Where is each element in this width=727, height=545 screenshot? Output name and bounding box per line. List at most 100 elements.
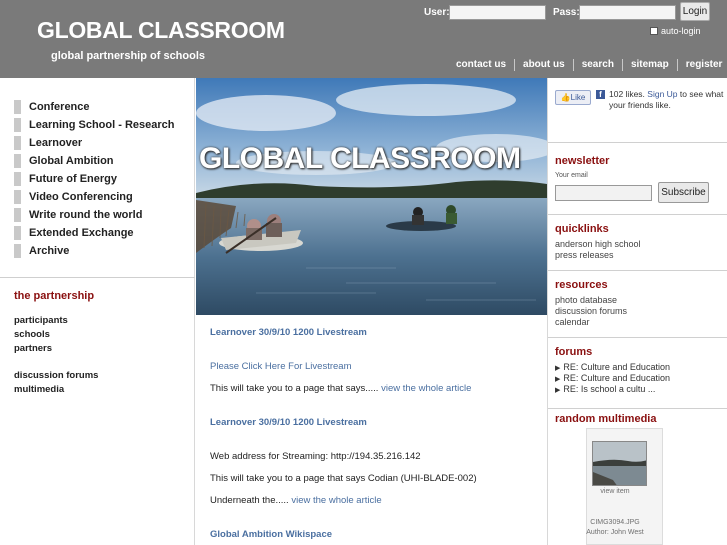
resource-discussion-forums[interactable]: discussion forums <box>555 306 627 316</box>
divider <box>548 142 727 143</box>
forum-post-label: RE: Culture and Education <box>563 373 670 383</box>
quicklink-press-releases[interactable]: press releases <box>555 250 614 260</box>
multimedia-thumbnail[interactable] <box>592 441 647 486</box>
resources-heading: resources <box>555 279 608 291</box>
menu-item-conference[interactable]: Conference <box>14 100 90 114</box>
livestream-link[interactable]: Please Click Here For Livestream <box>210 361 352 372</box>
auto-login-checkbox[interactable] <box>650 27 658 35</box>
link-partners[interactable]: partners <box>14 343 52 354</box>
view-whole-article-link[interactable]: view the whole article <box>291 495 381 506</box>
password-input[interactable] <box>579 5 676 20</box>
hero-title: GLOBAL CLASSROOM <box>199 142 521 175</box>
article-excerpt: Underneath the..... view the whole artic… <box>210 495 382 506</box>
user-label: User: <box>424 7 450 18</box>
menu-item-label: Learning School - Research <box>29 119 175 131</box>
newsletter-email-input[interactable] <box>555 185 652 201</box>
quicklinks-heading: quicklinks <box>555 223 609 235</box>
link-participants[interactable]: participants <box>14 315 68 326</box>
newsletter-heading: newsletter <box>555 155 610 167</box>
menu-bullet <box>14 136 21 150</box>
menu-item-global-ambition[interactable]: Global Ambition <box>14 154 114 168</box>
link-discussion-forums[interactable]: discussion forums <box>14 370 98 381</box>
pass-label: Pass: <box>553 7 580 18</box>
facebook-like-text: 102 likes. Sign Up to see what your frie… <box>609 89 726 111</box>
article-title[interactable]: Learnover 30/9/10 1200 Livestream <box>210 327 367 338</box>
menu-item-future-of-energy[interactable]: Future of Energy <box>14 172 117 186</box>
menu-item-archive[interactable]: Archive <box>14 244 69 258</box>
left-sidebar: Conference Learning School - Research Le… <box>0 78 195 545</box>
forum-post[interactable]: ▶ RE: Culture and Education <box>555 362 670 372</box>
quicklink-anderson[interactable]: anderson high school <box>555 239 641 249</box>
article-line: Web address for Streaming: http://194.35… <box>210 451 421 462</box>
lake-canoe-photo <box>196 78 547 315</box>
subscribe-button[interactable]: Subscribe <box>658 182 709 203</box>
divider <box>548 214 727 215</box>
menu-item-label: Video Conferencing <box>29 191 133 203</box>
main-menu: Conference Learning School - Research Le… <box>0 78 195 278</box>
menu-item-learnover[interactable]: Learnover <box>14 136 82 150</box>
menu-item-label: Global Ambition <box>29 155 114 167</box>
resource-photo-database[interactable]: photo database <box>555 295 617 305</box>
divider <box>548 270 727 271</box>
menu-item-learning-school-research[interactable]: Learning School - Research <box>14 118 174 132</box>
article-title[interactable]: Learnover 30/9/10 1200 Livestream <box>210 417 367 428</box>
menu-item-label: Future of Energy <box>29 173 118 185</box>
menu-bullet <box>14 244 21 258</box>
username-input[interactable] <box>449 5 546 20</box>
random-multimedia-heading: random multimedia <box>555 413 657 425</box>
menu-item-label: Conference <box>29 101 90 113</box>
facebook-signup-link[interactable]: Sign Up <box>647 89 677 99</box>
nav-search[interactable]: search <box>574 59 623 71</box>
article-line: This will take you to a page that says C… <box>210 473 477 484</box>
menu-bullet <box>14 118 21 132</box>
menu-bullet <box>14 100 21 114</box>
triangle-right-icon: ▶ <box>555 376 561 383</box>
right-sidebar: 👍 Like f 102 likes. Sign Up to see what … <box>547 78 727 545</box>
article-excerpt-text: Underneath the..... <box>210 495 289 506</box>
like-count: 102 likes. <box>609 89 645 99</box>
forum-post[interactable]: ▶ RE: Culture and Education <box>555 373 670 383</box>
article-excerpt-text: This will take you to a page that says..… <box>210 383 379 394</box>
site-title[interactable]: GLOBAL CLASSROOM <box>37 17 285 44</box>
random-multimedia-card: view item CIMG3094.JPG Author: John West <box>586 428 663 545</box>
lake-thumbnail-image <box>593 442 646 485</box>
triangle-right-icon: ▶ <box>555 387 561 394</box>
nav-contact-us[interactable]: contact us <box>448 59 516 71</box>
menu-bullet <box>14 208 21 222</box>
auto-login-label: auto-login <box>661 26 701 36</box>
email-label: Your email <box>555 172 588 179</box>
site-tagline: global partnership of schools <box>51 50 206 62</box>
nav-sitemap[interactable]: sitemap <box>623 59 678 71</box>
link-schools[interactable]: schools <box>14 329 50 340</box>
facebook-icon: f <box>596 90 605 99</box>
nav-about-us[interactable]: about us <box>515 59 574 71</box>
forum-post[interactable]: ▶ RE: Is school a cultu ... <box>555 384 655 394</box>
partnership-heading: the partnership <box>14 290 95 302</box>
login-button[interactable]: Login <box>680 2 710 21</box>
divider <box>548 337 727 338</box>
nav-register[interactable]: register <box>678 59 727 71</box>
menu-bullet <box>14 154 21 168</box>
divider <box>548 408 727 409</box>
menu-item-video-conferencing[interactable]: Video Conferencing <box>14 190 133 204</box>
forum-post-label: RE: Is school a cultu ... <box>563 384 656 394</box>
link-multimedia[interactable]: multimedia <box>14 384 64 395</box>
menu-item-label: Extended Exchange <box>29 227 134 239</box>
menu-bullet <box>14 190 21 204</box>
menu-item-label: Archive <box>29 245 70 257</box>
resource-calendar[interactable]: calendar <box>555 317 590 327</box>
menu-item-write-round-the-world[interactable]: Write round the world <box>14 208 142 222</box>
menu-item-label: Learnover <box>29 137 83 149</box>
thumbs-up-icon: 👍 <box>560 93 571 102</box>
menu-bullet <box>14 226 21 240</box>
menu-bullet <box>14 172 21 186</box>
hero-banner: GLOBAL CLASSROOM <box>196 78 547 315</box>
triangle-right-icon: ▶ <box>555 365 561 372</box>
article-title[interactable]: Global Ambition Wikispace <box>210 529 332 540</box>
menu-item-extended-exchange[interactable]: Extended Exchange <box>14 226 134 240</box>
facebook-like-button[interactable]: 👍 Like <box>555 90 591 105</box>
site-header: GLOBAL CLASSROOM global partnership of s… <box>0 0 727 78</box>
view-item-link[interactable]: view item <box>587 488 643 495</box>
view-whole-article-link[interactable]: view the whole article <box>381 383 471 394</box>
menu-item-label: Write round the world <box>29 209 143 221</box>
